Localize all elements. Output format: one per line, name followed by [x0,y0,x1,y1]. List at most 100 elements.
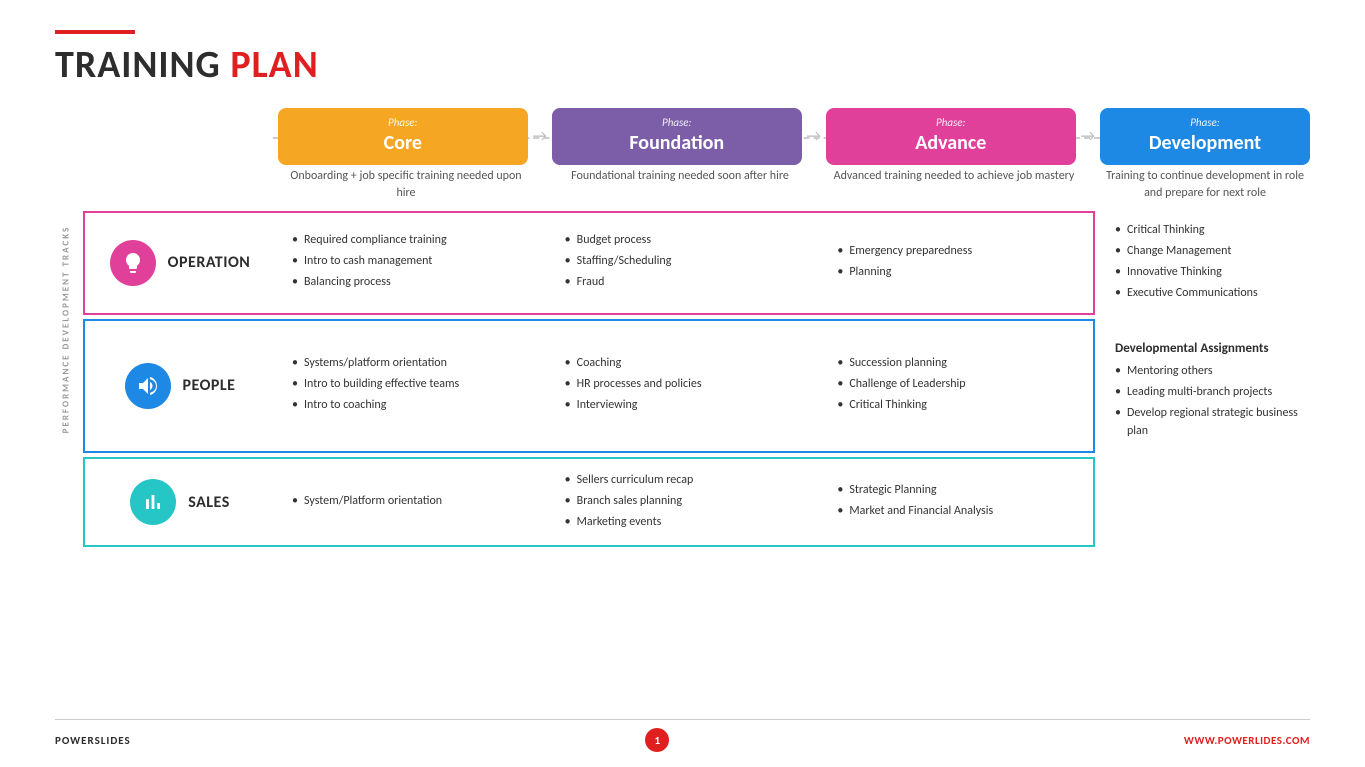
list-item: Emergency preparedness [837,242,1080,260]
phase-foundation-header: Phase: Foundation [552,108,802,165]
phase-dev-title: Development [1149,131,1261,155]
operation-icon-circle [110,240,156,286]
list-item: Sellers curriculum recap [565,471,808,489]
list-item: HR processes and policies [565,375,808,393]
operation-advance-list: Emergency preparedness Planning [837,242,1080,284]
track-row-people-wrapper: PEOPLE Systems/platform orientation Intr… [83,319,1310,454]
list-item: Planning [837,263,1080,281]
phase-dev-label-small: Phase: [1190,116,1219,129]
list-item: Market and Financial Analysis [837,502,1080,520]
list-item: Coaching [565,354,808,372]
people-dev-assignments-list: Mentoring others Leading multi-branch pr… [1115,362,1300,440]
list-item: Innovative Thinking [1115,263,1300,281]
track-icon-sales: SALES [85,459,275,545]
operation-dev-list: Critical Thinking Change Management Inno… [1115,221,1300,302]
dev-section-people: Developmental Assignments Mentoring othe… [1100,319,1310,454]
list-item: Staffing/Scheduling [565,252,808,270]
desc-dev-text: Training to continue development in role… [1100,168,1310,202]
track-cell-operation-advance: Emergency preparedness Planning [825,213,1088,313]
list-item: Branch sales planning [565,492,808,510]
track-rows: OPERATION Required compliance training I… [83,211,1310,552]
track-cell-operation-foundation: Budget process Staffing/Scheduling Fraud [553,213,816,313]
phase-advance-label-small: Phase: [836,116,1066,129]
list-item: Leading multi-branch projects [1115,383,1300,401]
list-item: Required compliance training [292,231,535,249]
track-row-sales-wrapper: SALES System/Platform orientation Seller… [83,457,1310,547]
lightbulb-icon [121,251,145,275]
track-icon-operation: OPERATION [85,213,275,313]
phase-desc-row: Onboarding + job specific training neede… [83,168,1310,206]
footer-left: POWERSLIDES [55,734,131,747]
phase-development-header: Phase: Development [1100,108,1310,165]
track-title-people: PEOPLE [183,376,236,395]
phase-core-title: Core [288,131,518,155]
page: TRAINING PLAN PERFORMANCE DEVELOPMENT TR… [0,0,1365,767]
phase-advance-header: Phase: Advance [826,108,1076,165]
phase-spacer-left [83,108,273,165]
phase-dev-header-cell: Phase: Development [1100,108,1310,165]
phase-core-label-small: Phase: [288,116,518,129]
list-item: Systems/platform orientation [292,354,535,372]
operation-core-list: Required compliance training Intro to ca… [292,231,535,294]
sales-icon-circle [130,479,176,525]
list-item: Marketing events [565,513,808,531]
track-main-people: PEOPLE Systems/platform orientation Intr… [83,319,1095,454]
list-item: Intro to building effective teams [292,375,535,393]
sales-advance-list: Strategic Planning Market and Financial … [837,481,1080,523]
dev-assignments-title-people: Developmental Assignments [1115,339,1300,359]
list-item: Change Management [1115,242,1300,260]
list-item: Challenge of Leadership [837,375,1080,393]
track-cell-sales-foundation: Sellers curriculum recap Branch sales pl… [553,459,816,545]
desc-foundation-text: Foundational training needed soon after … [571,169,789,183]
desc-advance: Advanced training needed to achieve job … [826,168,1082,206]
track-cell-people-foundation: Coaching HR processes and policies Inter… [553,321,816,452]
title-black: TRAINING [55,42,230,88]
track-cell-sales-advance: Strategic Planning Market and Financial … [825,459,1088,545]
track-main-sales: SALES System/Platform orientation Seller… [83,457,1095,547]
people-icon-circle [125,363,171,409]
header-accent-line [55,30,135,34]
desc-spacer-left [83,168,273,206]
list-item: Succession planning [837,354,1080,372]
phase-foundation-title: Foundation [562,131,792,155]
dev-col-people: Developmental Assignments Mentoring othe… [1100,319,1310,454]
footer-right: WWW.POWERLIDES.COM [1184,734,1310,747]
main-content: PERFORMANCE DEVELOPMENT TRACKS Phase: Co… [55,108,1310,551]
list-item: Intro to coaching [292,396,535,414]
dev-col-operation: Critical Thinking Change Management Inno… [1100,211,1310,315]
dev-section-sales [1100,457,1310,547]
list-item: Interviewing [565,396,808,414]
dev-section-operation: Critical Thinking Change Management Inno… [1100,211,1310,315]
dev-col-sales [1100,457,1310,477]
track-main-operation: OPERATION Required compliance training I… [83,211,1095,315]
grid-container: Phase: Core → Phase: Foundation → Phase:… [83,108,1310,551]
vertical-label: PERFORMANCE DEVELOPMENT TRACKS [61,226,72,434]
track-cell-operation-core: Required compliance training Intro to ca… [280,213,543,313]
page-title: TRAINING PLAN [55,42,1310,88]
phase-core-header: Phase: Core [278,108,528,165]
sales-core-list: System/Platform orientation [292,492,535,513]
list-item: Mentoring others [1115,362,1300,380]
track-row-operation-wrapper: OPERATION Required compliance training I… [83,211,1310,315]
track-cell-people-core: Systems/platform orientation Intro to bu… [280,321,543,452]
people-advance-list: Succession planning Challenge of Leaders… [837,354,1080,417]
desc-core: Onboarding + job specific training neede… [278,168,534,206]
people-foundation-list: Coaching HR processes and policies Inter… [565,354,808,417]
list-item: Strategic Planning [837,481,1080,499]
track-title-sales: SALES [188,493,230,512]
list-item: Balancing process [292,273,535,291]
phase-header-row: Phase: Core → Phase: Foundation → Phase:… [83,108,1310,165]
phase-headers-main: Phase: Core → Phase: Foundation → Phase:… [273,108,1095,165]
list-item: Critical Thinking [1115,221,1300,239]
track-cell-people-advance: Succession planning Challenge of Leaders… [825,321,1088,452]
chart-icon [141,490,165,514]
phase-descs-main: Onboarding + job specific training neede… [273,168,1095,206]
footer-center: 1 [645,728,669,752]
people-core-list: Systems/platform orientation Intro to bu… [292,354,535,417]
list-item: Develop regional strategic business plan [1115,404,1300,440]
desc-foundation: Foundational training needed soon after … [552,168,808,206]
track-icon-people: PEOPLE [85,321,275,452]
list-item: Executive Communications [1115,284,1300,302]
footer: POWERSLIDES 1 WWW.POWERLIDES.COM [55,719,1310,752]
track-cell-sales-core: System/Platform orientation [280,459,543,545]
